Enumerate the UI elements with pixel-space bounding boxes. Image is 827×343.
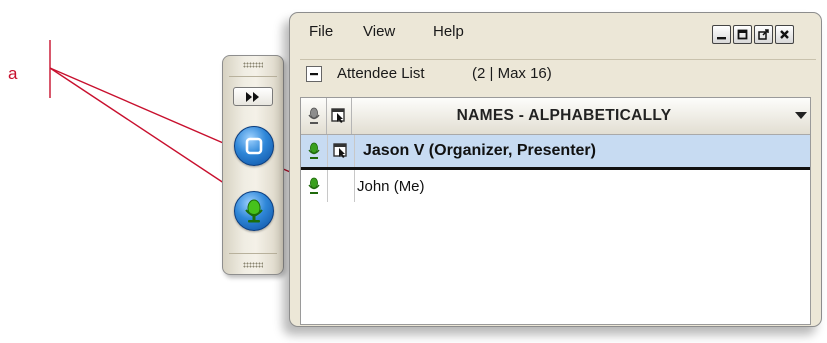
attendee-count: (2 | Max 16) [472,65,552,82]
presenter-icon [333,143,347,158]
attendee-row[interactable]: Jason V (Organizer, Presenter) [301,135,810,170]
menu-view[interactable]: View [363,23,395,40]
attendee-presenter-cell[interactable] [328,135,353,167]
menu-file[interactable]: File [309,23,333,40]
column-divider [354,135,355,167]
header-names-column[interactable]: NAMES - ALPHABETICALLY [354,98,774,134]
presenter-icon [331,108,345,123]
attendee-list-header: NAMES - ALPHABETICALLY [301,98,810,135]
attendee-name: John (Me) [357,177,425,195]
attendee-mic-cell[interactable] [301,170,326,202]
collapse-button[interactable] [306,66,322,82]
menu-bar: File View Help [290,13,821,51]
popout-button[interactable] [754,25,773,44]
attendee-row[interactable]: John (Me) [301,170,810,202]
attendee-mic-cell[interactable] [301,135,326,167]
column-divider [354,170,355,202]
control-toolbar[interactable] [222,55,284,275]
close-icon [780,30,789,39]
attendee-list-title: Attendee List [337,65,425,82]
microphone-icon [245,199,263,223]
microphone-icon [307,107,320,124]
popout-icon [758,29,769,40]
sort-dropdown-icon[interactable] [795,112,807,119]
toolbar-divider [229,253,277,254]
header-presenter-column[interactable] [326,98,352,134]
control-panel-window: File View Help Attendee List (2 | Max 16… [289,12,822,327]
minimize-button[interactable] [712,25,731,44]
menu-help[interactable]: Help [433,23,464,40]
fast-forward-icon [246,91,259,102]
collapse-icon [310,73,318,76]
column-divider [327,170,328,202]
microphone-icon [307,142,320,159]
close-button[interactable] [775,25,794,44]
maximize-icon [737,29,748,40]
attendee-name: Jason V (Organizer, Presenter) [363,142,596,159]
screen-share-button[interactable] [234,126,274,166]
minimize-icon [717,37,726,40]
microphone-icon [307,177,320,194]
expand-panel-button[interactable] [233,87,273,106]
header-mic-column[interactable] [301,98,327,134]
screen-share-icon [245,137,263,155]
drag-grip-top[interactable] [243,62,263,68]
callout-label: a [8,64,18,83]
attendee-list: NAMES - ALPHABETICALLY Jason V (Organize… [300,97,811,325]
attendee-section-header: Attendee List (2 | Max 16) [300,59,816,90]
drag-grip-bottom[interactable] [243,262,263,268]
maximize-button[interactable] [733,25,752,44]
toolbar-divider [229,76,277,77]
microphone-button[interactable] [234,191,274,231]
